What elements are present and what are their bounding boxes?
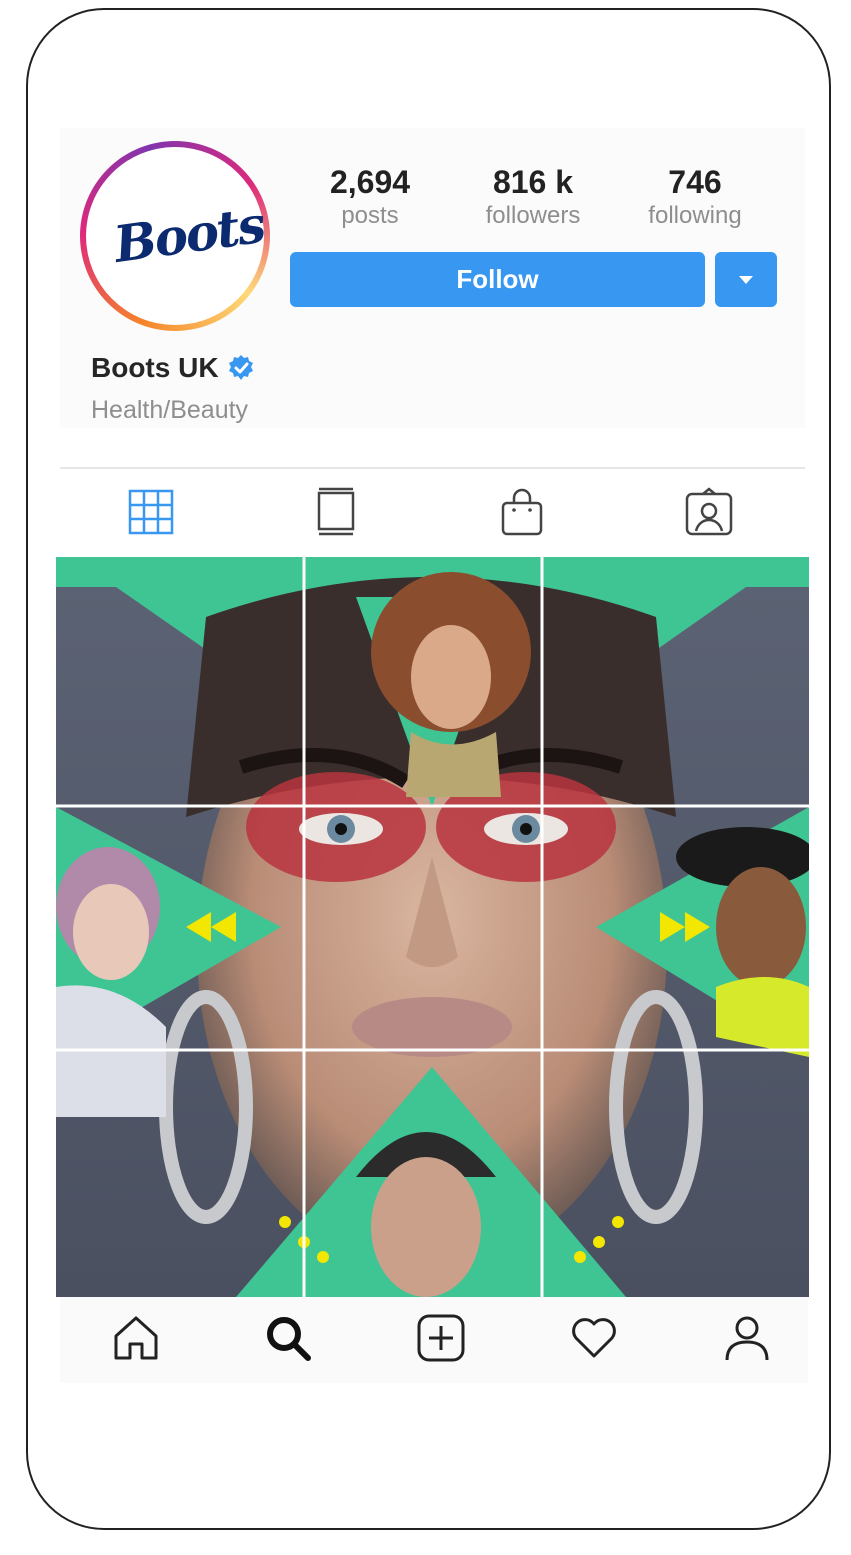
nav-activity[interactable] xyxy=(566,1310,622,1366)
tagged-icon xyxy=(685,487,733,536)
tab-grid[interactable] xyxy=(126,486,176,538)
profile-name-row: Boots UK xyxy=(91,352,255,384)
post-grid-artwork xyxy=(56,557,809,1297)
tab-igtv[interactable] xyxy=(311,486,361,538)
grid-icon xyxy=(128,489,174,535)
stat-posts-value: 2,694 xyxy=(329,164,411,200)
search-icon xyxy=(267,1317,311,1361)
profile-avatar[interactable]: Boots xyxy=(80,141,270,331)
stat-followers[interactable]: 816 k followers xyxy=(458,163,608,231)
stat-followers-label: followers xyxy=(485,202,581,229)
verified-badge-icon xyxy=(228,355,253,380)
shopping-bag-icon xyxy=(501,488,543,536)
post-grid[interactable] xyxy=(56,557,809,1297)
caret-down-icon xyxy=(739,275,753,284)
add-post-icon xyxy=(417,1314,465,1362)
stat-posts-label: posts xyxy=(341,202,399,229)
nav-add[interactable] xyxy=(413,1310,469,1366)
profile-name: Boots UK xyxy=(91,352,219,383)
stat-following[interactable]: 746 following xyxy=(620,163,770,231)
boots-logo: Boots xyxy=(110,194,268,275)
stat-following-value: 746 xyxy=(668,164,722,200)
avatar-inner: Boots xyxy=(86,147,268,325)
igtv-icon xyxy=(317,487,355,536)
tab-shop[interactable] xyxy=(497,486,547,538)
nav-profile[interactable] xyxy=(719,1310,775,1366)
profile-icon xyxy=(725,1316,769,1361)
tab-tagged[interactable] xyxy=(684,486,734,538)
stat-followers-value: 816 k xyxy=(492,164,574,200)
nav-search[interactable] xyxy=(260,1310,316,1366)
stat-posts[interactable]: 2,694 posts xyxy=(295,163,445,231)
stat-following-label: following xyxy=(648,202,742,229)
tab-divider xyxy=(60,467,805,469)
home-icon xyxy=(114,1316,158,1360)
profile-category: Health/Beauty xyxy=(91,396,249,424)
heart-icon xyxy=(572,1318,616,1358)
follow-button[interactable]: Follow xyxy=(290,252,705,307)
suggested-dropdown-button[interactable] xyxy=(715,252,777,307)
nav-home[interactable] xyxy=(108,1310,164,1366)
